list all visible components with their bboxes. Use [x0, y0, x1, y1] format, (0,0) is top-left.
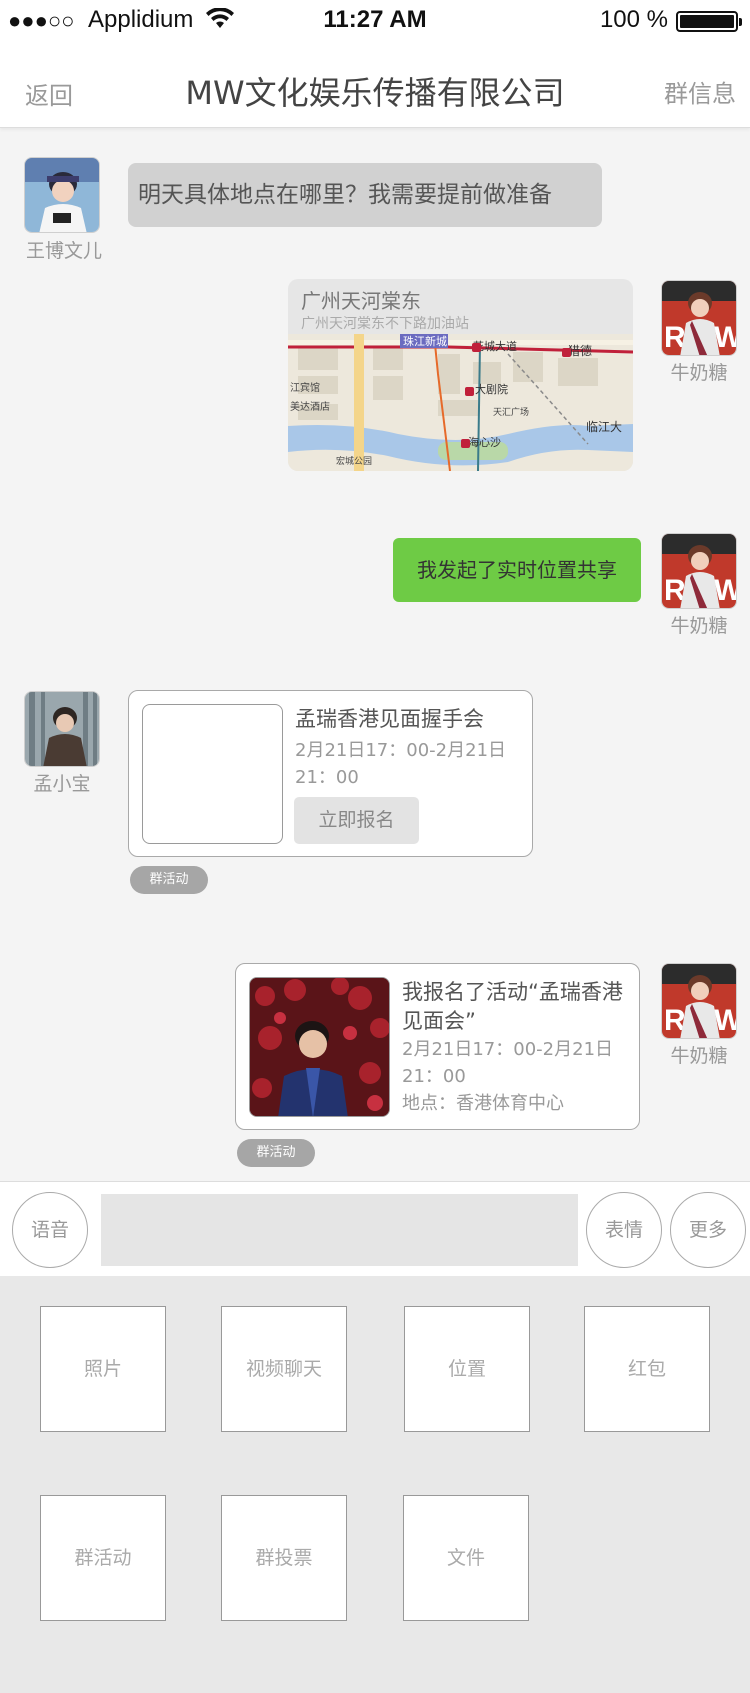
group-activity-tag: 群活动: [130, 866, 208, 894]
avatar-image: R W: [662, 964, 736, 1038]
sender-name: 牛奶糖: [670, 362, 728, 384]
avatar[interactable]: [24, 157, 100, 233]
location-subtitle: 广州天河棠东不下路加油站: [301, 316, 469, 332]
avatar[interactable]: R W: [661, 280, 737, 356]
avatar-image: R W: [662, 534, 736, 608]
group-info-button[interactable]: 群信息: [664, 74, 736, 109]
avatar-image: [25, 692, 99, 766]
avatar[interactable]: R W: [661, 533, 737, 609]
location-title: 广州天河棠东: [301, 289, 421, 313]
map-label: 猎德: [568, 343, 592, 358]
more-button[interactable]: 更多: [670, 1192, 746, 1268]
voice-button[interactable]: 语音: [12, 1192, 88, 1268]
live-location-message[interactable]: 我发起了实时位置共享: [393, 538, 641, 602]
group-activity-tag: 群活动: [237, 1139, 315, 1167]
event-image: [249, 977, 390, 1117]
sender-name: 王博文儿: [25, 240, 102, 262]
message-bubble[interactable]: 明天具体地点在哪里？我需要提前做准备: [128, 163, 602, 227]
video-chat-button[interactable]: 视频聊天: [221, 1306, 347, 1432]
avatar-image: R W: [662, 281, 736, 355]
map-label: 江宾馆: [290, 381, 320, 394]
event-time: 2月21日17：00-2月21日21：00: [402, 1039, 614, 1087]
signup-button[interactable]: 立即报名: [294, 797, 419, 844]
photo-button[interactable]: 照片: [40, 1306, 166, 1432]
sender-name: 孟小宝: [33, 773, 91, 795]
map-label: 珠江新城: [403, 334, 447, 348]
event-signup-message[interactable]: 我报名了活动“孟瑞香港见面会” 2月21日17：00-2月21日21：00 地点…: [235, 963, 640, 1130]
battery-percent: 100 %: [599, 6, 668, 33]
input-bar: 语音 表情 更多: [0, 1181, 750, 1276]
event-location: 地点：香港体育中心: [402, 1093, 564, 1114]
map-label: 美达酒店: [290, 400, 330, 413]
event-message[interactable]: 孟瑞香港见面握手会 2月21日17：00-2月21日21：00 立即报名: [128, 690, 533, 857]
location-button[interactable]: 位置: [404, 1306, 530, 1432]
message-text: 我发起了实时位置共享: [417, 558, 617, 582]
avatar-image: [25, 158, 99, 232]
status-bar: ●●●○○ Applidium 11:27 AM 100 %: [0, 0, 750, 40]
more-panel: 照片 视频聊天 位置 红包 群活动 群投票 文件: [0, 1276, 750, 1693]
map-label: 临江大: [586, 420, 622, 434]
location-message[interactable]: 广州天河棠东 广州天河棠东不下路加油站 珠江新城 花城大道 猎德 江宾馆 美达酒…: [288, 279, 633, 471]
sender-name: 牛奶糖: [670, 615, 728, 637]
map-label: 宏城公园: [336, 455, 372, 467]
sender-name: 牛奶糖: [670, 1045, 728, 1067]
event-title: 我报名了活动“孟瑞香港见面会”: [402, 980, 623, 1033]
event-image: [142, 704, 283, 844]
map-label: 海心沙: [468, 435, 501, 449]
group-vote-button[interactable]: 群投票: [221, 1495, 347, 1621]
avatar[interactable]: R W: [661, 963, 737, 1039]
file-button[interactable]: 文件: [403, 1495, 529, 1621]
map-label: 天汇广场: [493, 406, 529, 418]
page-title: MW文化娱乐传播有限公司: [185, 74, 565, 112]
group-activity-button[interactable]: 群活动: [40, 1495, 166, 1621]
nav-bar: 返回 MW文化娱乐传播有限公司 群信息: [0, 40, 750, 128]
battery-icon: [676, 11, 742, 32]
red-packet-button[interactable]: 红包: [584, 1306, 710, 1432]
avatar[interactable]: [24, 691, 100, 767]
event-title: 孟瑞香港见面握手会: [295, 707, 484, 731]
event-time: 2月21日17：00-2月21日21：00: [295, 740, 507, 788]
message-text: 明天具体地点在哪里？我需要提前做准备: [138, 182, 552, 208]
message-input[interactable]: [101, 1194, 578, 1266]
map-label: 大剧院: [475, 382, 508, 396]
emoji-button[interactable]: 表情: [586, 1192, 662, 1268]
map-image: 珠江新城 花城大道 猎德 江宾馆 美达酒店 大剧院 天汇广场 临江大 海心沙 宏…: [288, 334, 633, 471]
